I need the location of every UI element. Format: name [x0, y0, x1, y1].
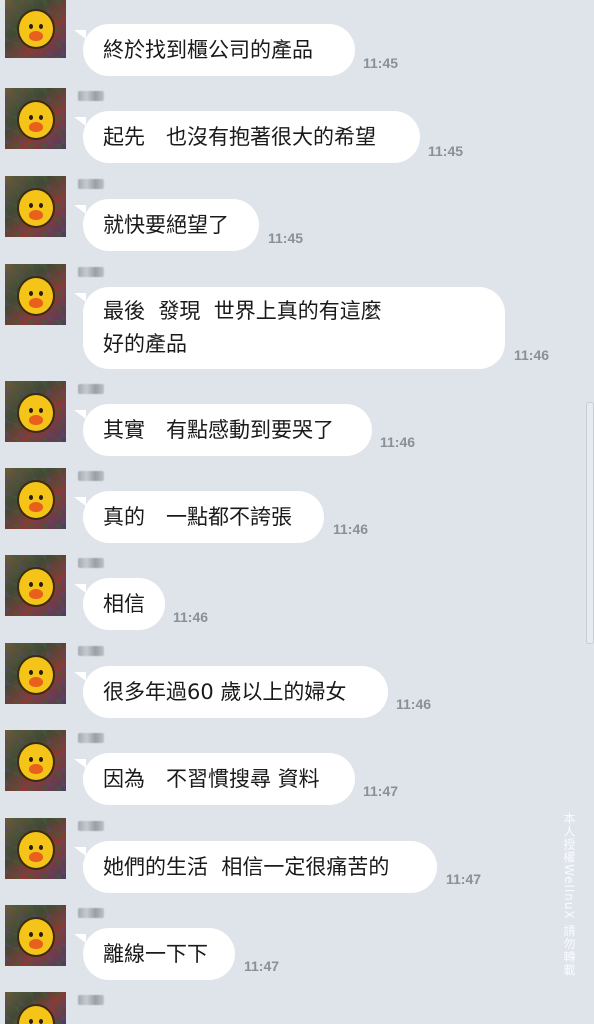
message-time: 11:45: [428, 143, 464, 159]
message-bubble[interactable]: 其實 有點感動到要哭了: [74, 404, 372, 456]
message-time: 11:46: [173, 609, 209, 625]
sender-name: [78, 821, 104, 831]
message-bubble[interactable]: 離線一下下: [74, 928, 235, 980]
sender-avatar[interactable]: [5, 88, 66, 149]
message-time: 11:46: [514, 347, 550, 363]
message-time: 11:45: [268, 230, 304, 246]
sender-name: [78, 179, 104, 189]
sender-avatar[interactable]: [5, 818, 66, 879]
sender-name: [78, 646, 104, 656]
sender-name: [78, 384, 104, 394]
sender-name: [78, 471, 104, 481]
message-time: 11:47: [363, 783, 399, 799]
sender-name: [78, 91, 104, 101]
message-time: 11:46: [333, 521, 369, 537]
sender-avatar[interactable]: [5, 643, 66, 704]
sender-avatar[interactable]: [5, 176, 66, 237]
message-bubble[interactable]: 她們的生活 相信一定很痛苦的: [74, 841, 437, 893]
sender-avatar[interactable]: [5, 0, 66, 58]
message-time: 11:46: [396, 696, 432, 712]
sender-name: [78, 267, 104, 277]
message-time: 11:45: [363, 55, 399, 71]
sender-avatar[interactable]: [5, 264, 66, 325]
sender-avatar[interactable]: [5, 992, 66, 1024]
message-time: 11:47: [446, 871, 482, 887]
message-bubble[interactable]: 相信: [74, 578, 165, 630]
sender-avatar[interactable]: [5, 468, 66, 529]
message-bubble[interactable]: 因為 不習慣搜尋 資料: [74, 753, 355, 805]
message-bubble[interactable]: 很多年過60 歲以上的婦女: [74, 666, 388, 718]
message-bubble[interactable]: 真的 一點都不誇張: [74, 491, 324, 543]
scrollbar-thumb[interactable]: [586, 402, 594, 644]
message-time: 11:46: [380, 434, 416, 450]
message-time: 11:47: [244, 958, 280, 974]
sender-avatar[interactable]: [5, 730, 66, 791]
sender-name: [78, 995, 104, 1005]
message-bubble[interactable]: 就快要絕望了: [74, 199, 259, 251]
sender-name: [78, 733, 104, 743]
sender-avatar[interactable]: [5, 905, 66, 966]
watermark: 本人授權WellnuX 請勿轉載: [562, 812, 576, 977]
message-bubble[interactable]: 起先 也沒有抱著很大的希望: [74, 111, 420, 163]
message-bubble[interactable]: 終於找到櫃公司的產品: [74, 24, 355, 76]
message-bubble[interactable]: 最後 發現 世界上真的有這麼 好的產品: [74, 287, 505, 369]
sender-name: [78, 558, 104, 568]
sender-name: [78, 908, 104, 918]
sender-avatar[interactable]: [5, 381, 66, 442]
sender-avatar[interactable]: [5, 555, 66, 616]
